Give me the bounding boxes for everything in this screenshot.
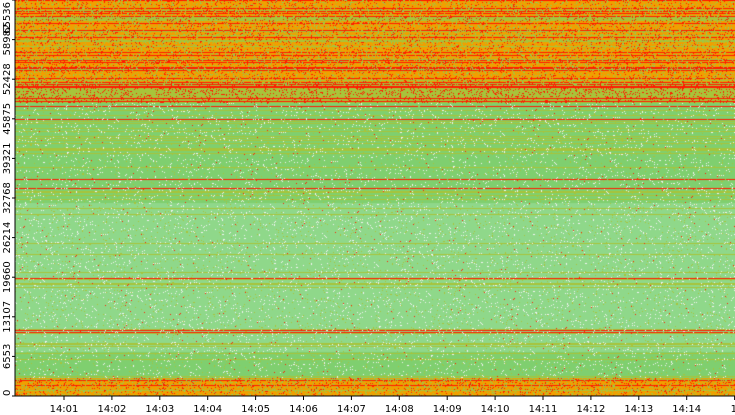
y-tick-label: 32768 [2, 182, 13, 214]
x-tick-label: 14:08 [385, 404, 414, 415]
y-tick-label: 39321 [2, 142, 13, 174]
y-tick-label: 65536 [2, 2, 13, 34]
heatmap-chart: 0 6553 13107 19660 26214 32768 39321 45875 52428… [0, 0, 735, 415]
x-tick-label: 14:12 [576, 404, 605, 415]
x-tick-label: 14:04 [193, 404, 222, 415]
x-tick-label: 14:03 [145, 404, 174, 415]
x-tick-label: 14:05 [241, 404, 270, 415]
x-tick-label: 14 [731, 404, 735, 415]
y-tick-label: 0 [2, 390, 13, 396]
x-tick-label: 14:09 [433, 404, 462, 415]
y-tick-label: 45875 [2, 103, 13, 135]
x-tick-label: 14:01 [50, 404, 79, 415]
y-tick-label: 13107 [2, 301, 13, 333]
x-tick-label: 14:02 [97, 404, 126, 415]
x-tick-label: 14:11 [529, 404, 558, 415]
x-tick-label: 14:10 [481, 404, 510, 415]
y-tick-label: 19660 [2, 261, 13, 293]
heatmap-svg: 0 6553 13107 19660 26214 32768 39321 45875 52428… [0, 0, 735, 415]
heatmap-plot-area [15, 0, 735, 396]
x-tick-label: 14:14 [672, 404, 701, 415]
x-tick-label: 14:07 [337, 404, 366, 415]
y-tick-label: 26214 [2, 222, 13, 254]
y-tick-label: 6553 [2, 344, 13, 369]
x-tick-label: 14:13 [624, 404, 653, 415]
y-tick-label: 52428 [2, 63, 13, 95]
x-tick-label: 14:06 [289, 404, 318, 415]
